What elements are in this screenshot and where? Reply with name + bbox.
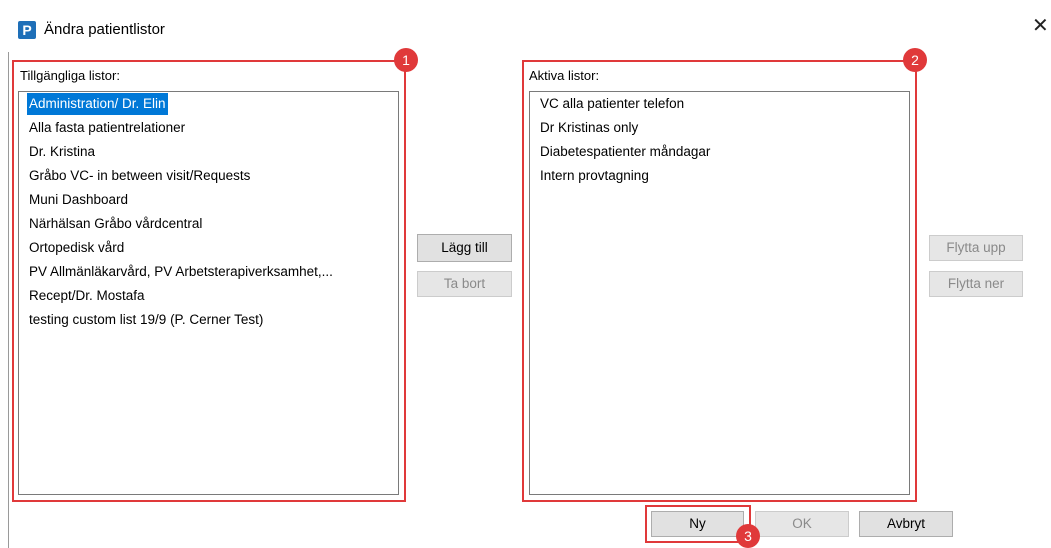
add-button[interactable]: Lägg till xyxy=(417,234,512,262)
close-icon[interactable]: ✕ xyxy=(1032,14,1049,38)
annotation-badge-1: 1 xyxy=(394,48,418,72)
annotation-badge-2: 2 xyxy=(903,48,927,72)
remove-button[interactable]: Ta bort xyxy=(417,271,512,297)
window-title: Ändra patientlistor xyxy=(44,21,165,38)
ok-button[interactable]: OK xyxy=(755,511,849,537)
move-down-button[interactable]: Flytta ner xyxy=(929,271,1023,297)
window-border xyxy=(8,52,9,548)
app-icon: P xyxy=(18,21,36,39)
annotation-box-2 xyxy=(522,60,917,502)
annotation-badge-3: 3 xyxy=(736,524,760,548)
cancel-button[interactable]: Avbryt xyxy=(859,511,953,537)
annotation-box-1 xyxy=(12,60,406,502)
move-up-button[interactable]: Flytta upp xyxy=(929,235,1023,261)
